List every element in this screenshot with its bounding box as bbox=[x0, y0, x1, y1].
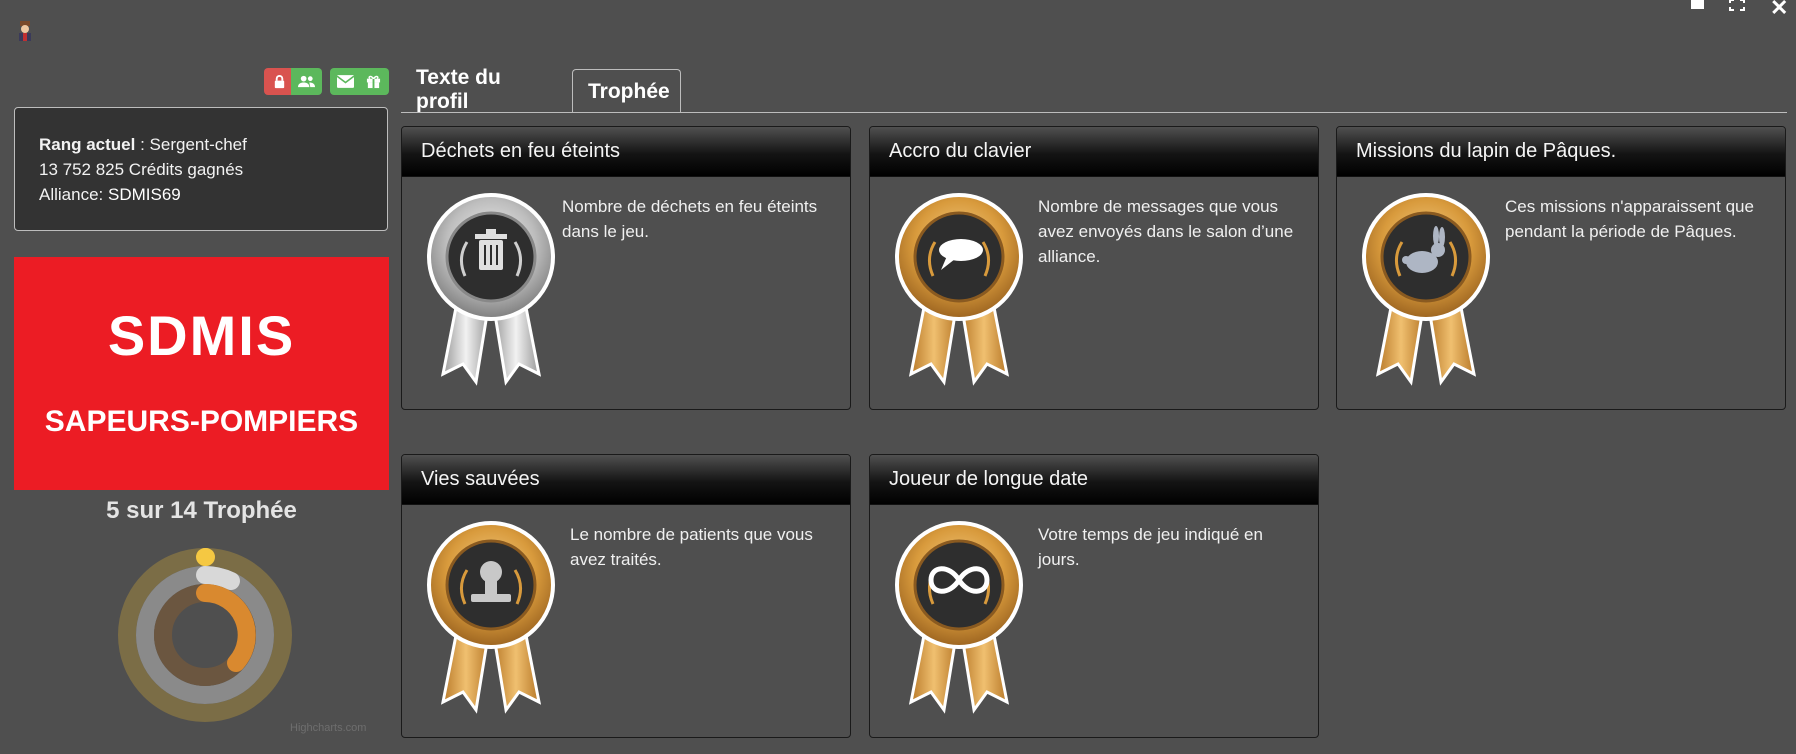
lock-icon bbox=[274, 75, 285, 89]
banner-subtitle: SAPEURS-POMPIERS bbox=[44, 405, 359, 438]
trophy-card-lives-saved: Vies sauvées Le nombre de patients que v… bbox=[401, 454, 851, 738]
trophy-card-longtime-player: Joueur de longue date Votre temps de jeu… bbox=[869, 454, 1319, 738]
users-icon bbox=[298, 75, 315, 88]
card-description: Ces missions n'apparaissent que pendant … bbox=[1505, 197, 1754, 241]
rank-info-panel: Rang actuel : Sergent-chef 13 752 825 Cr… bbox=[14, 107, 388, 231]
card-description: Nombre de messages que vous avez envoyés… bbox=[1038, 197, 1294, 266]
trophy-card-keyboard-addict: Accro du clavier Nombre de messages que … bbox=[869, 126, 1319, 410]
highcharts-credit[interactable]: Highcharts.com bbox=[290, 722, 366, 734]
card-title: Accro du clavier bbox=[870, 127, 1318, 177]
gold-medal-icon bbox=[895, 521, 1023, 714]
silver-medal-icon bbox=[427, 193, 555, 386]
trophy-progress-gauge bbox=[118, 547, 292, 722]
card-title: Vies sauvées bbox=[402, 455, 850, 505]
message-button[interactable] bbox=[330, 68, 361, 95]
rank-value: : Sergent-chef bbox=[135, 135, 247, 154]
gauge-arc-inner bbox=[196, 584, 256, 672]
trophy-card-garbage-fires: Déchets en feu éteints Nombre de déchets… bbox=[401, 126, 851, 410]
card-title: Déchets en feu éteints bbox=[402, 127, 850, 177]
credits-earned: 13 752 825 Crédits gagnés bbox=[39, 160, 244, 179]
card-title: Joueur de longue date bbox=[870, 455, 1318, 505]
card-title: Missions du lapin de Pâques. bbox=[1337, 127, 1785, 177]
tab-profile-text[interactable]: Texte du profil bbox=[401, 66, 573, 113]
gold-medal-icon bbox=[427, 521, 555, 714]
envelope-icon bbox=[337, 75, 354, 88]
close-icon[interactable]: ✕ bbox=[1770, 0, 1788, 21]
stop-icon[interactable] bbox=[1691, 0, 1704, 9]
gold-medal-icon bbox=[895, 193, 1023, 386]
gift-icon bbox=[366, 75, 381, 89]
card-description: Nombre de déchets en feu éteints dans le… bbox=[562, 197, 818, 241]
card-description: Votre temps de jeu indiqué en jours. bbox=[1038, 525, 1263, 569]
rank-label: Rang actuel bbox=[39, 135, 136, 154]
trophy-card-easter-bunny: Missions du lapin de Pâques. Ces mission… bbox=[1336, 126, 1786, 410]
gift-button[interactable] bbox=[358, 68, 389, 95]
alliance-link[interactable]: SDMIS69 bbox=[108, 185, 181, 204]
alliance-banner: SDMIS SAPEURS-POMPIERS bbox=[14, 257, 389, 490]
alliance-label: Alliance: bbox=[39, 185, 108, 204]
fullscreen-icon[interactable] bbox=[1729, 0, 1745, 11]
banner-title: SDMIS bbox=[107, 304, 296, 367]
trash-icon bbox=[475, 229, 507, 270]
friends-button[interactable] bbox=[291, 68, 322, 95]
gold-medal-icon bbox=[1362, 193, 1490, 386]
trophy-count: 5 sur 14 Trophée bbox=[106, 497, 297, 524]
gauge-arc-middle bbox=[196, 566, 240, 590]
card-description: Le nombre de patients que vous avez trai… bbox=[570, 525, 813, 569]
user-avatar-icon bbox=[19, 21, 31, 41]
tab-divider bbox=[401, 112, 1787, 113]
tab-trophy[interactable]: Trophée bbox=[572, 69, 681, 113]
